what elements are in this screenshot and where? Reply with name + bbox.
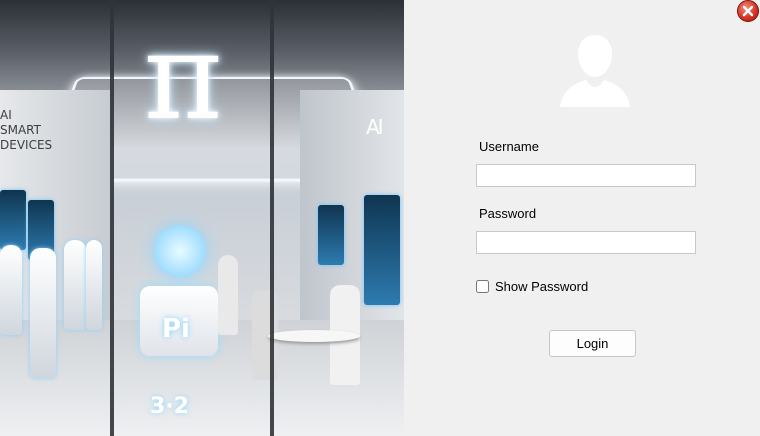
robot: [86, 240, 102, 330]
wall-sign-right: AI: [366, 115, 384, 139]
user-avatar-icon: [560, 35, 630, 107]
password-input[interactable]: [476, 231, 696, 254]
pi-logo: π: [143, 8, 223, 147]
password-label: Password: [479, 206, 537, 221]
username-label: Username: [479, 139, 539, 154]
robot: [30, 248, 56, 378]
person: [218, 255, 238, 335]
counter-sign: Pi: [162, 314, 190, 344]
show-password-row[interactable]: Show Password: [476, 279, 588, 294]
login-button[interactable]: Login: [549, 330, 636, 357]
display-screen: [364, 195, 400, 305]
hologram-globe: [154, 225, 206, 277]
robot: [64, 240, 86, 330]
wall-sign-left: AI SMART DEVICES: [0, 108, 53, 152]
table: [268, 330, 360, 342]
display-screen: [0, 190, 26, 250]
close-button[interactable]: [737, 0, 759, 22]
robot: [0, 245, 22, 335]
window-frame: [110, 0, 114, 436]
close-icon: [742, 5, 754, 17]
display-screen: [318, 205, 344, 265]
show-password-label: Show Password: [495, 279, 589, 294]
window-frame: [270, 0, 274, 436]
floor-number: 3·2: [150, 394, 189, 419]
show-password-checkbox[interactable]: [476, 280, 489, 293]
username-input[interactable]: [476, 164, 696, 187]
hero-image: π AI SMART DEVICES AI Pi 3·2: [0, 0, 404, 436]
